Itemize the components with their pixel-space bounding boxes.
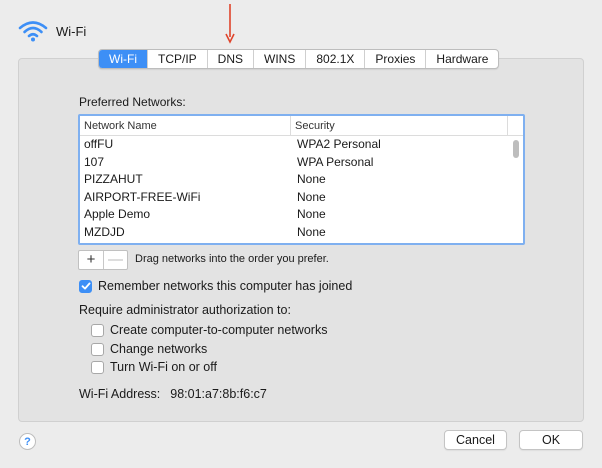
tab-tcpip[interactable]: TCP/IP xyxy=(146,50,207,68)
security-cell: None xyxy=(297,207,326,221)
network-name-cell: 107 xyxy=(84,154,105,169)
security-cell: None xyxy=(297,189,326,204)
table-scrollbar[interactable] xyxy=(513,140,519,158)
window-header: Wi-Fi xyxy=(18,18,86,44)
change-networks-label: Change networks xyxy=(110,342,208,356)
tab-wifi[interactable]: Wi-Fi xyxy=(99,50,147,68)
network-name-cell: AIRPORT-FREE-WiFi xyxy=(84,189,201,204)
turn-wifi-checkbox[interactable] xyxy=(91,360,104,374)
remember-networks-checkbox[interactable] xyxy=(79,279,92,293)
network-name-cell: MZDJD xyxy=(84,224,125,239)
window-title: Wi-Fi xyxy=(56,23,87,39)
wifi-icon xyxy=(18,21,48,42)
table-row[interactable]: offFU WPA2 Personal xyxy=(80,136,523,154)
ok-button[interactable]: OK xyxy=(519,430,583,450)
security-cell: WPA Personal xyxy=(297,154,374,169)
table-header: Network Name Security xyxy=(80,116,523,136)
admin-option-row[interactable]: Change networks xyxy=(91,342,207,356)
table-row[interactable]: PIZZAHUT None xyxy=(80,171,523,189)
tab-dns[interactable]: DNS xyxy=(206,50,253,68)
column-header-security[interactable]: Security xyxy=(291,116,508,135)
security-cell: None xyxy=(297,172,326,186)
table-row[interactable]: 107 WPA Personal xyxy=(80,154,523,172)
turn-wifi-label: Turn Wi-Fi on or off xyxy=(110,360,217,374)
remember-networks-row[interactable]: Remember networks this computer has join… xyxy=(79,279,352,293)
preferred-networks-label: Preferred Networks: xyxy=(79,95,186,109)
wifi-address-value: 98:01:a7:8b:f6:c7 xyxy=(170,387,267,401)
change-networks-checkbox[interactable] xyxy=(91,342,104,356)
tab-hardware[interactable]: Hardware xyxy=(425,50,498,68)
cancel-button[interactable]: Cancel xyxy=(444,430,507,450)
help-button[interactable]: ? xyxy=(19,433,36,450)
remove-network-button[interactable]: — xyxy=(103,251,127,269)
table-row[interactable]: AIRPORT-FREE-WiFi None xyxy=(80,189,523,207)
table-row[interactable]: MZDJD None xyxy=(80,224,523,242)
create-networks-label: Create computer-to-computer networks xyxy=(110,323,328,337)
network-name-cell: PIZZAHUT xyxy=(84,172,143,186)
add-network-button[interactable]: + xyxy=(79,251,103,269)
tab-proxies[interactable]: Proxies xyxy=(364,50,425,68)
checkmark-icon xyxy=(81,282,90,290)
annotation-arrow-icon xyxy=(225,4,235,44)
table-row[interactable]: Apple Demo None xyxy=(80,206,523,224)
security-cell: None xyxy=(297,224,326,239)
tab-8021x[interactable]: 802.1X xyxy=(305,50,364,68)
admin-option-row[interactable]: Create computer-to-computer networks xyxy=(91,323,327,337)
add-remove-controls: + — xyxy=(78,250,128,270)
admin-option-row[interactable]: Turn Wi-Fi on or off xyxy=(91,360,217,374)
wifi-address-label: Wi-Fi Address: xyxy=(79,387,161,401)
wifi-address: Wi-Fi Address: 98:01:a7:8b:f6:c7 xyxy=(79,387,267,401)
column-header-network-name[interactable]: Network Name xyxy=(80,116,291,135)
preferred-networks-table[interactable]: Network Name Security offFU WPA2 Persona… xyxy=(78,114,525,245)
tab-wins[interactable]: WINS xyxy=(253,50,305,68)
network-name-cell: offFU xyxy=(84,137,114,151)
tab-bar: Wi-Fi TCP/IP DNS WINS 802.1X Proxies Har… xyxy=(98,49,500,69)
create-networks-checkbox[interactable] xyxy=(91,323,104,337)
security-cell: WPA2 Personal xyxy=(297,137,381,151)
admin-auth-label: Require administrator authorization to: xyxy=(79,303,291,317)
drag-hint-text: Drag networks into the order you prefer. xyxy=(135,253,329,265)
remember-networks-label: Remember networks this computer has join… xyxy=(98,279,353,293)
network-name-cell: Apple Demo xyxy=(84,207,151,221)
